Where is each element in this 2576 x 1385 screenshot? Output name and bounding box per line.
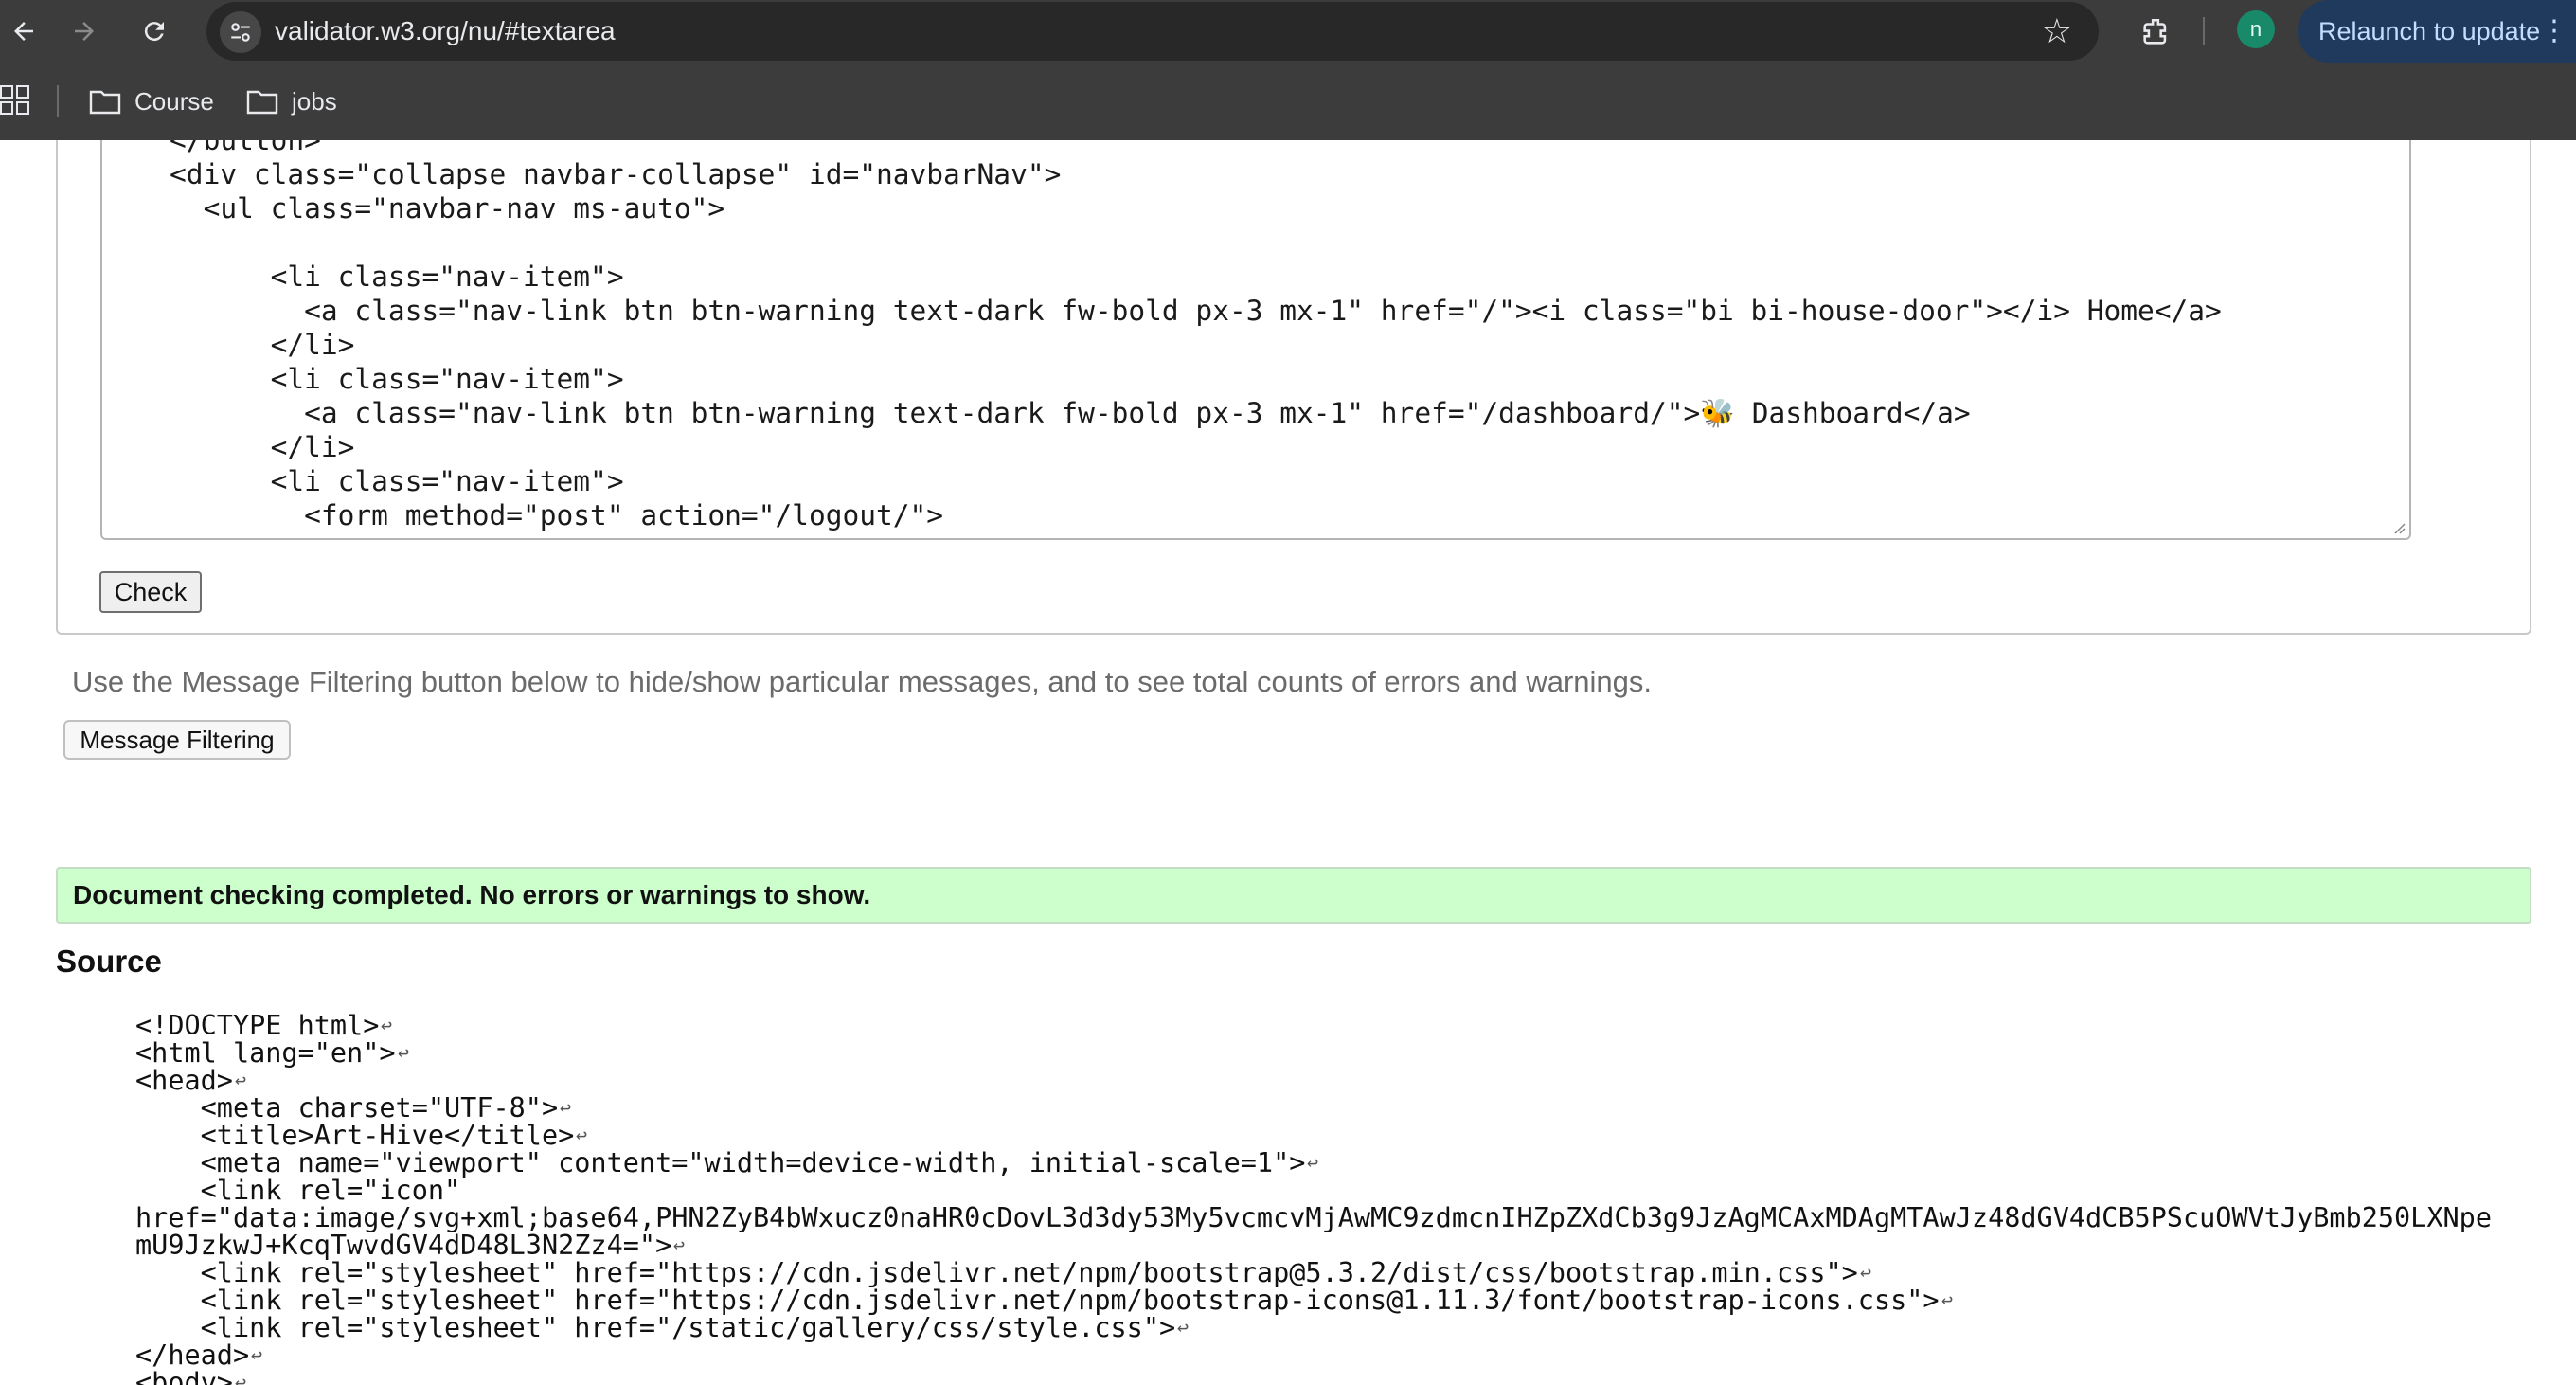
- line-text: </head>: [135, 1340, 250, 1371]
- line-text: <head>: [135, 1065, 233, 1096]
- url-text[interactable]: validator.w3.org/nu/#textarea: [275, 2, 616, 61]
- line-return-icon: ↩: [381, 1014, 393, 1036]
- bookmarks-bar: Course jobs: [0, 63, 2576, 140]
- filter-instructions: Use the Message Filtering button below t…: [72, 665, 1653, 698]
- check-button[interactable]: Check: [99, 571, 202, 613]
- site-info-icon[interactable]: [220, 11, 261, 53]
- textarea-line: </li>: [102, 431, 355, 463]
- line-return-icon: ↩: [1860, 1261, 1872, 1284]
- extensions-icon[interactable]: [2135, 11, 2176, 53]
- line-text: <html lang="en">: [135, 1037, 396, 1069]
- source-textarea[interactable]: </button> <div class="collapse navbar-co…: [100, 140, 2411, 540]
- textarea-line: <a class="nav-link btn btn-warning text-…: [102, 397, 1971, 429]
- line-return-icon: ↩: [235, 1069, 247, 1091]
- address-bar[interactable]: validator.w3.org/nu/#textarea ☆: [206, 2, 2099, 61]
- textarea-line: </button>: [102, 140, 321, 156]
- line-text: href="data:image/svg+xml;base64,PHN2ZyB4…: [135, 1202, 2492, 1233]
- line-text: <link rel="stylesheet" href="https://cdn…: [135, 1257, 1858, 1288]
- line-text: mU9JzkwJ+KcqTwvdGV4dD48L3N2Zz4=">: [135, 1230, 672, 1261]
- source-heading: Source: [56, 944, 162, 979]
- apps-grid-icon[interactable]: [0, 85, 30, 120]
- line-return-icon: ↩: [1307, 1151, 1319, 1174]
- textarea-line: </li>: [102, 329, 355, 361]
- more-menu-icon[interactable]: ⋮: [2540, 0, 2568, 63]
- folder-icon: [246, 90, 278, 115]
- toolbar-divider: [2203, 17, 2205, 45]
- line-text: <meta name="viewport" content="width=dev…: [135, 1147, 1306, 1178]
- textarea-line: <ul class="navbar-nav ms-auto">: [102, 192, 725, 225]
- resize-grip-icon[interactable]: [2390, 519, 2406, 534]
- bookmark-label: Course: [134, 86, 214, 116]
- textarea-line: <li class="nav-item">: [102, 261, 624, 293]
- relaunch-label: Relaunch to update: [2318, 17, 2541, 45]
- line-text: <link rel="stylesheet" href="/static/gal…: [135, 1312, 1176, 1343]
- line-return-icon: ↩: [1177, 1316, 1190, 1339]
- back-arrow-icon[interactable]: [0, 8, 47, 55]
- line-return-icon: ↩: [560, 1096, 572, 1119]
- reload-icon[interactable]: [131, 8, 178, 55]
- page-content: </button> <div class="collapse navbar-co…: [0, 140, 2576, 1385]
- line-text: <link rel="icon": [135, 1175, 461, 1206]
- line-return-icon: ↩: [251, 1343, 263, 1366]
- bookmark-folder-jobs[interactable]: jobs: [246, 78, 337, 125]
- line-return-icon: ↩: [235, 1371, 247, 1385]
- bookmark-star-icon[interactable]: ☆: [2042, 9, 2072, 53]
- line-text: <meta charset="UTF-8">: [135, 1092, 559, 1124]
- line-return-icon: ↩: [673, 1233, 686, 1256]
- textarea-line: <div class="collapse navbar-collapse" id…: [102, 158, 1062, 190]
- textarea-line: <form method="post" action="/logout/">: [102, 499, 944, 531]
- browser-toolbar: validator.w3.org/nu/#textarea ☆ n Relaun…: [0, 0, 2576, 63]
- line-text: <!DOCTYPE html>: [135, 1010, 380, 1041]
- line-text: <link rel="stylesheet" href="https://cdn…: [135, 1285, 1940, 1316]
- folder-icon: [89, 90, 121, 115]
- textarea-line: <li class="nav-item">: [102, 465, 624, 497]
- bookmark-folder-course[interactable]: Course: [89, 78, 214, 125]
- line-return-icon: ↩: [398, 1041, 410, 1064]
- forward-arrow-icon[interactable]: [61, 8, 108, 55]
- textarea-line: <li class="nav-item">: [102, 363, 624, 395]
- line-text: <body>: [135, 1367, 233, 1385]
- line-return-icon: ↩: [1941, 1288, 1954, 1311]
- line-text: <title>Art-Hive</title>: [135, 1120, 575, 1151]
- bookmarks-divider: [57, 85, 59, 117]
- status-success-message: Document checking completed. No errors o…: [56, 867, 2531, 924]
- textarea-line: <a class="nav-link btn btn-warning text-…: [102, 295, 2222, 327]
- relaunch-button[interactable]: Relaunch to update: [2298, 0, 2576, 63]
- message-filtering-button[interactable]: Message Filtering: [63, 720, 291, 760]
- profile-avatar[interactable]: n: [2237, 10, 2275, 48]
- line-return-icon: ↩: [576, 1124, 588, 1146]
- bookmark-label: jobs: [292, 86, 337, 116]
